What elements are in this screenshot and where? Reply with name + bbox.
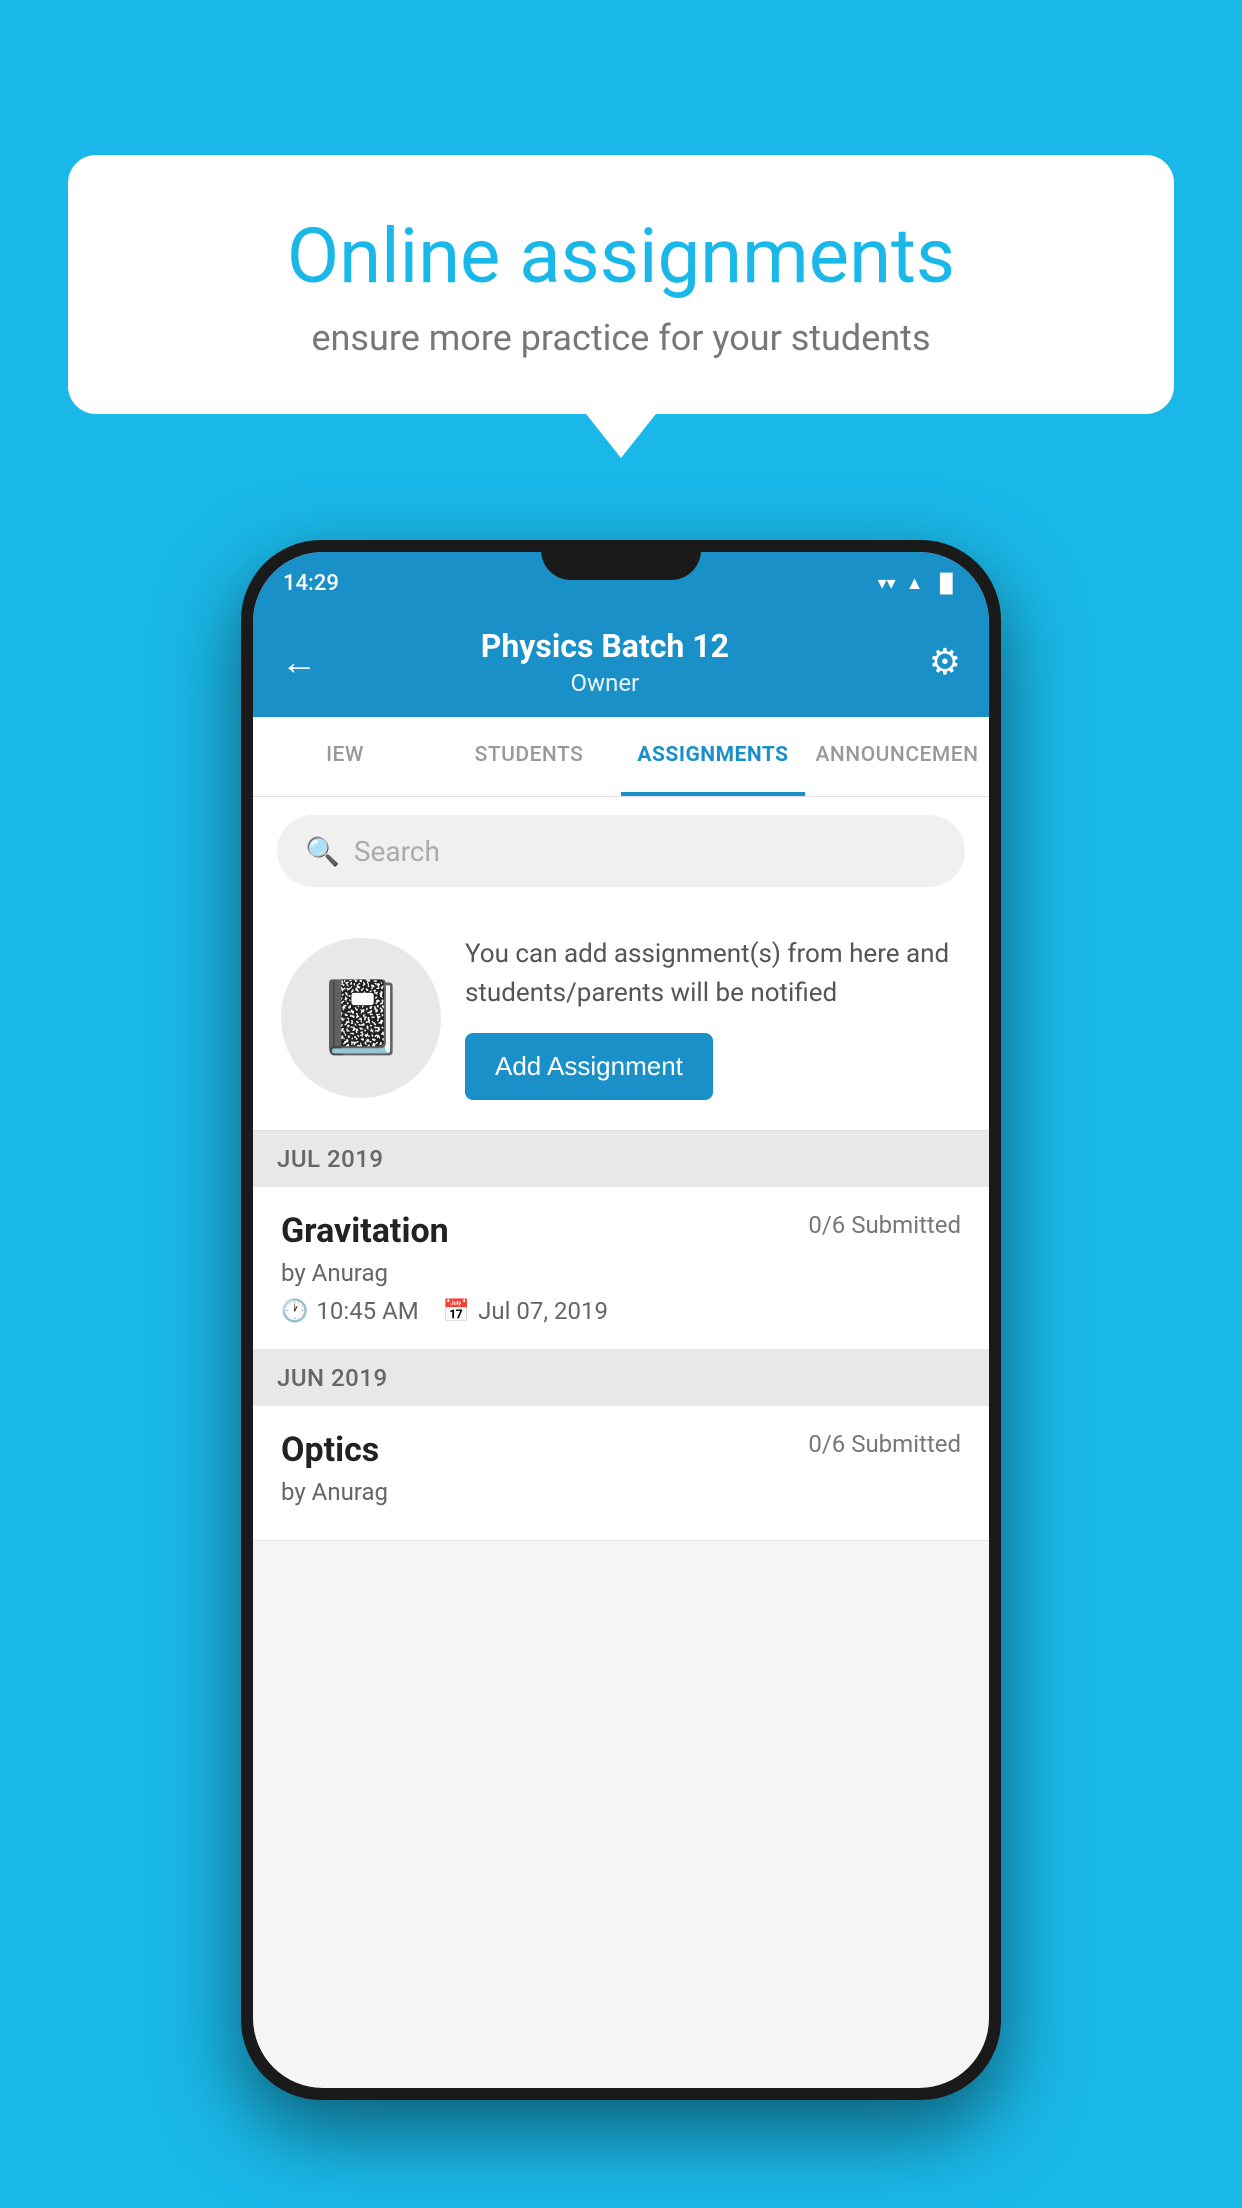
promo-description: You can add assignment(s) from here and … <box>465 935 961 1013</box>
assignment-optics[interactable]: Optics 0/6 Submitted by Anurag <box>253 1406 989 1541</box>
tabs-bar: IEW STUDENTS ASSIGNMENTS ANNOUNCEMEN <box>253 717 989 797</box>
clock-icon: 🕐 <box>281 1299 308 1324</box>
assignment-author-optics: by Anurag <box>281 1478 961 1506</box>
assignment-submitted-gravitation: 0/6 Submitted <box>808 1211 961 1239</box>
app-bar-title-area: Physics Batch 12 Owner <box>337 627 873 697</box>
phone-notch <box>541 540 701 580</box>
promo-content: You can add assignment(s) from here and … <box>465 935 961 1100</box>
notebook-icon: 📓 <box>316 975 406 1060</box>
section-header-jun: JUN 2019 <box>253 1350 989 1406</box>
assignment-date-gravitation: 📅 Jul 07, 2019 <box>443 1297 608 1325</box>
tab-students[interactable]: STUDENTS <box>437 717 621 796</box>
assignment-gravitation[interactable]: Gravitation 0/6 Submitted by Anurag 🕐 10… <box>253 1187 989 1350</box>
app-bar-title: Physics Batch 12 <box>337 627 873 665</box>
signal-icon: ▲ <box>906 573 924 594</box>
promo-icon-circle: 📓 <box>281 938 441 1098</box>
phone-device: 14:29 ▾▾ ▲ ▐▌ ← Physics Batch 12 Owner ⚙… <box>68 540 1174 2100</box>
bubble-subtitle: ensure more practice for your students <box>128 317 1114 359</box>
calendar-icon: 📅 <box>443 1299 470 1324</box>
tab-announcements[interactable]: ANNOUNCEMEN <box>805 717 989 796</box>
status-icons: ▾▾ ▲ ▐▌ <box>878 573 959 594</box>
search-container: 🔍 Search <box>253 797 989 905</box>
tab-iew[interactable]: IEW <box>253 717 437 796</box>
assignment-name-gravitation: Gravitation <box>281 1211 449 1251</box>
search-placeholder: Search <box>354 835 440 868</box>
assignment-meta-gravitation: 🕐 10:45 AM 📅 Jul 07, 2019 <box>281 1297 961 1325</box>
tab-assignments[interactable]: ASSIGNMENTS <box>621 717 805 796</box>
assignment-optics-top: Optics 0/6 Submitted <box>281 1430 961 1470</box>
speech-bubble: Online assignments ensure more practice … <box>68 155 1174 414</box>
promo-card: 📓 You can add assignment(s) from here an… <box>253 905 989 1131</box>
assignment-author-gravitation: by Anurag <box>281 1259 961 1287</box>
search-icon: 🔍 <box>305 835 340 868</box>
section-header-jul: JUL 2019 <box>253 1131 989 1187</box>
speech-bubble-section: Online assignments ensure more practice … <box>68 155 1174 414</box>
status-time: 14:29 <box>283 571 339 596</box>
phone-body: 14:29 ▾▾ ▲ ▐▌ ← Physics Batch 12 Owner ⚙… <box>241 540 1001 2100</box>
app-bar-subtitle: Owner <box>337 669 873 697</box>
assignment-name-optics: Optics <box>281 1430 379 1470</box>
back-button[interactable]: ← <box>281 644 317 680</box>
add-assignment-button[interactable]: Add Assignment <box>465 1033 713 1100</box>
phone-screen: 14:29 ▾▾ ▲ ▐▌ ← Physics Batch 12 Owner ⚙… <box>253 552 989 2088</box>
assignment-top: Gravitation 0/6 Submitted <box>281 1211 961 1251</box>
assignment-time-gravitation: 🕐 10:45 AM <box>281 1297 419 1325</box>
assignment-submitted-optics: 0/6 Submitted <box>808 1430 961 1458</box>
wifi-icon: ▾▾ <box>878 573 896 594</box>
app-bar: ← Physics Batch 12 Owner ⚙ <box>253 607 989 717</box>
settings-button[interactable]: ⚙ <box>929 641 961 683</box>
bubble-title: Online assignments <box>128 215 1114 299</box>
battery-icon: ▐▌ <box>933 573 959 594</box>
search-bar[interactable]: 🔍 Search <box>277 815 965 887</box>
